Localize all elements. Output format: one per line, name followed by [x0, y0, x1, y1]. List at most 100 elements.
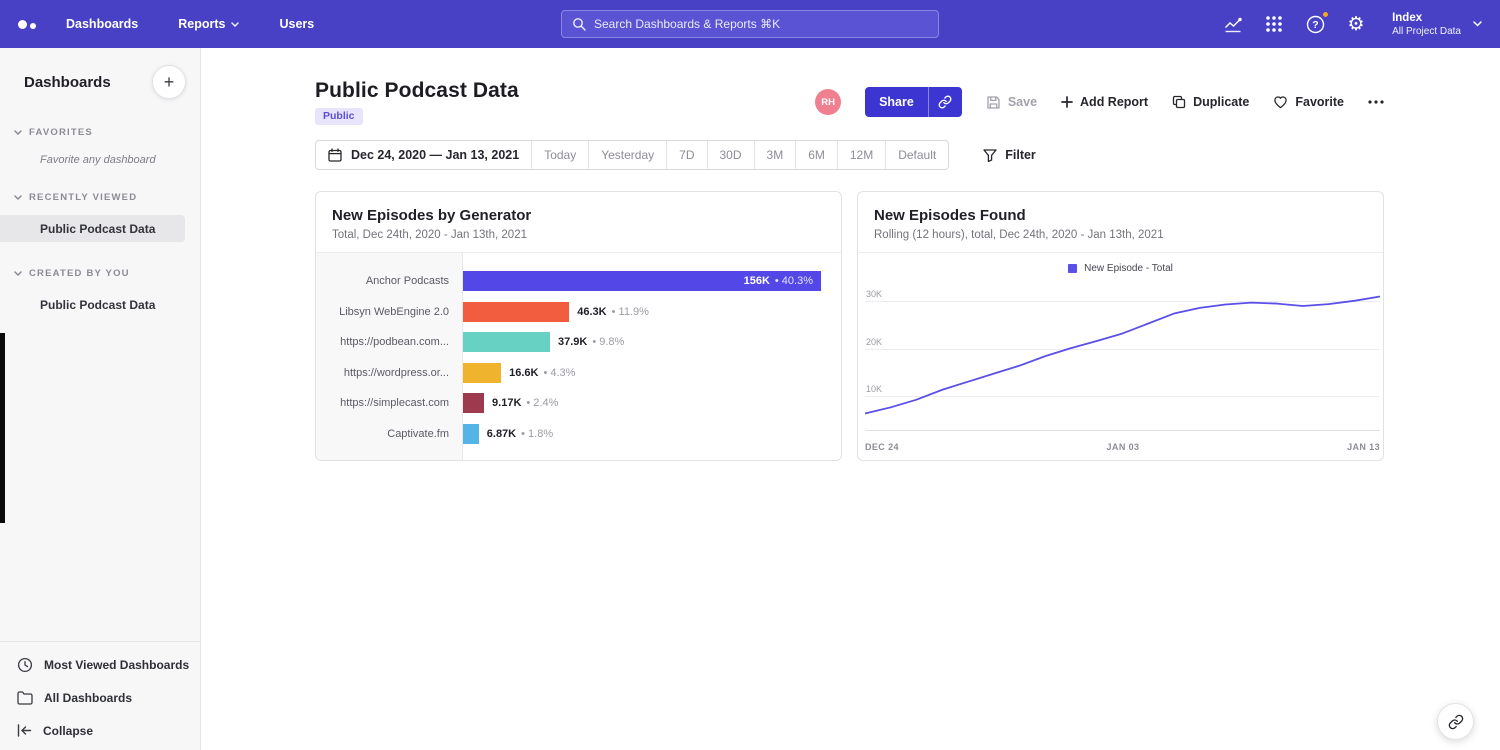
bar-segment[interactable]: 156K• 40.3% [463, 271, 821, 291]
date-preset-yesterday[interactable]: Yesterday [589, 141, 667, 169]
chart-subtitle: Rolling (12 hours), total, Dec 24th, 202… [874, 229, 1367, 241]
search-icon [572, 17, 586, 31]
date-preset-default[interactable]: Default [886, 141, 948, 169]
bar-value-label: 37.9K [558, 336, 587, 348]
bar-percent-label: • 2.4% [526, 397, 558, 409]
logo-dot-small [30, 23, 36, 29]
settings-gear-icon[interactable]: ⚙ [1345, 13, 1367, 35]
bar-track: 9.17K • 2.4% [463, 393, 821, 413]
bar-segment[interactable] [463, 332, 550, 352]
bar-outside-labels: 16.6K• 4.3% [509, 367, 575, 379]
calendar-icon [328, 148, 342, 162]
sidebar-section-favorites: FAVORITESFavorite any dashboard [0, 127, 200, 166]
share-button-group: Share [865, 87, 962, 117]
chart-legend[interactable]: New Episode - Total [858, 253, 1383, 274]
copy-icon [1172, 95, 1186, 109]
bar-segment[interactable] [463, 393, 484, 413]
bar-track: 6.87K• 1.8% [463, 424, 821, 444]
chart-subtitle: Total, Dec 24th, 2020 - Jan 13th, 2021 [332, 229, 825, 241]
duplicate-label: Duplicate [1193, 95, 1249, 109]
x-tick: JAN 13 [1347, 442, 1380, 452]
nav-item-label: Reports [178, 17, 225, 31]
date-preset-6m[interactable]: 6M [796, 141, 838, 169]
sidebar-item-public-podcast-data[interactable]: Public Podcast Data [0, 291, 200, 318]
avatar[interactable]: RH [815, 89, 841, 115]
sidebar-section-label: CREATED BY YOU [29, 268, 130, 279]
sidebar-footer-all-dashboards[interactable]: All Dashboards [0, 681, 200, 714]
bar-track: 16.6K• 4.3% [463, 363, 821, 383]
x-tick: DEC 24 [865, 442, 899, 452]
bar-value-label: 6.87K [487, 428, 516, 440]
chevron-down-icon [1473, 21, 1482, 27]
sidebar-section-label: FAVORITES [29, 127, 93, 138]
bar-track: 156K• 40.3% [463, 271, 821, 291]
nav-item-users[interactable]: Users [279, 17, 314, 31]
bar-outside-labels: 9.17K • 2.4% [492, 397, 558, 409]
date-preset-7d[interactable]: 7D [667, 141, 707, 169]
floating-link-button[interactable] [1437, 703, 1474, 740]
bar-segment[interactable] [463, 424, 479, 444]
bar-value-label: 46.3K [577, 306, 606, 318]
save-label: Save [1008, 95, 1037, 109]
bar-percent-label: • 40.3% [775, 275, 813, 287]
search-input[interactable] [594, 17, 928, 31]
date-preset-30d[interactable]: 30D [708, 141, 755, 169]
bar-row: Anchor Podcasts156K• 40.3% [316, 266, 841, 297]
bar-segment[interactable] [463, 363, 501, 383]
copy-link-button[interactable] [928, 87, 962, 117]
bar-value-label: 9.17K [492, 397, 521, 409]
sidebar-section-created-by-you: CREATED BY YOU Public Podcast Data [0, 268, 200, 318]
save-icon [986, 95, 1001, 110]
more-options-button[interactable] [1368, 100, 1384, 104]
duplicate-button[interactable]: Duplicate [1172, 95, 1249, 109]
amplitude-logo[interactable] [18, 20, 36, 29]
filter-button[interactable]: Filter [983, 148, 1036, 162]
chevron-down-icon [14, 130, 22, 135]
sidebar-section-recently-viewed: RECENTLY VIEWED Public Podcast Data [0, 192, 200, 242]
share-button[interactable]: Share [865, 87, 928, 117]
line-series[interactable] [865, 296, 1380, 413]
bar-track: 37.9K• 9.8% [463, 332, 821, 352]
save-button[interactable]: Save [986, 95, 1037, 110]
link-icon [1448, 714, 1464, 730]
chevron-down-icon [14, 271, 22, 276]
sidebar-title: Dashboards [24, 74, 111, 91]
sidebar-footer-most-viewed-dashboards[interactable]: Most Viewed Dashboards [0, 648, 200, 681]
project-selector[interactable]: Index All Project Data [1392, 12, 1482, 37]
sidebar-section-header[interactable]: CREATED BY YOU [0, 268, 200, 279]
nav-item-dashboards[interactable]: Dashboards [66, 17, 138, 31]
bar-segment[interactable] [463, 302, 569, 322]
bar-category-label: https://simplecast.com [316, 397, 463, 409]
filter-label: Filter [1005, 148, 1036, 162]
date-range-picker[interactable]: Dec 24, 2020 — Jan 13, 2021 [316, 141, 532, 169]
sidebar-footer-label: Collapse [43, 724, 93, 738]
sidebar-footer-collapse[interactable]: Collapse [0, 714, 200, 747]
apps-grid-icon[interactable] [1263, 13, 1285, 35]
create-dashboard-button[interactable]: + [152, 65, 186, 99]
sidebar-sections: FAVORITESFavorite any dashboard RECENTLY … [0, 127, 200, 318]
sidebar-section-header[interactable]: RECENTLY VIEWED [0, 192, 200, 203]
add-report-button[interactable]: Add Report [1061, 95, 1148, 109]
nav-right-group: ? ⚙ Index All Project Data [1222, 12, 1482, 37]
header-actions: RH Share Save Add Re [815, 87, 1384, 117]
project-name: Index [1392, 12, 1461, 24]
sidebar-section-header[interactable]: FAVORITES [0, 127, 200, 138]
screen-edge-artifact [0, 333, 5, 523]
insights-icon[interactable] [1222, 13, 1244, 35]
date-range-label: Dec 24, 2020 — Jan 13, 2021 [351, 148, 519, 162]
nav-item-reports[interactable]: Reports [178, 17, 239, 31]
visibility-badge: Public [315, 108, 363, 125]
date-preset-12m[interactable]: 12M [838, 141, 886, 169]
sidebar-footer-label: Most Viewed Dashboards [44, 658, 189, 672]
global-search[interactable] [561, 10, 939, 38]
bar-row: https://wordpress.or...16.6K• 4.3% [316, 358, 841, 389]
date-preset-today[interactable]: Today [532, 141, 589, 169]
favorite-button[interactable]: Favorite [1273, 95, 1344, 109]
help-icon[interactable]: ? [1304, 13, 1326, 35]
bar-category-label: Anchor Podcasts [316, 275, 463, 287]
project-subtitle: All Project Data [1392, 26, 1461, 37]
bar-outside-labels: 6.87K• 1.8% [487, 428, 553, 440]
sidebar-item-public-podcast-data[interactable]: Public Podcast Data [0, 215, 185, 242]
page-title-block: Public Podcast Data Public [315, 79, 519, 125]
date-preset-3m[interactable]: 3M [755, 141, 797, 169]
